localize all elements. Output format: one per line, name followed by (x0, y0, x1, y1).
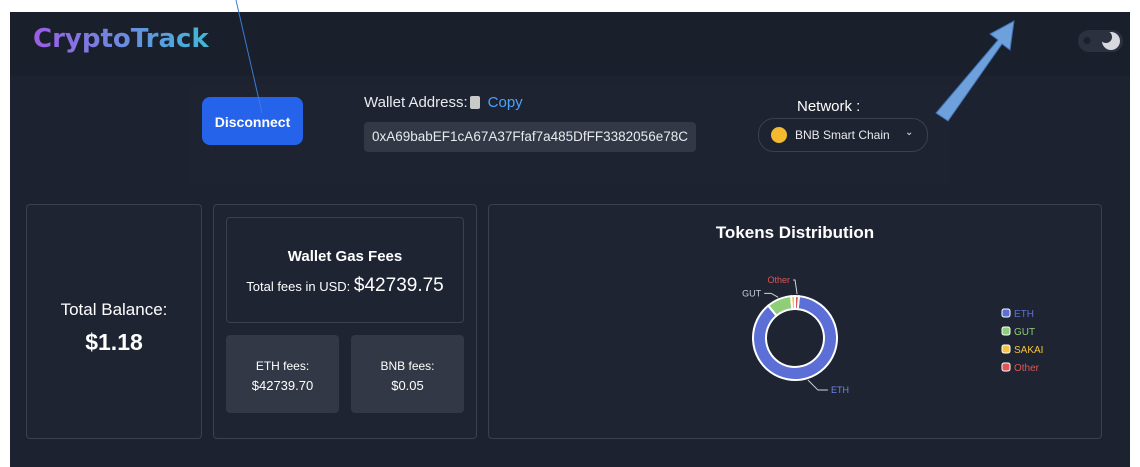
bnb-fees-value: $0.05 (391, 378, 424, 393)
legend-label[interactable]: SAKAI (1014, 345, 1043, 356)
slice-other[interactable] (794, 294, 801, 311)
slice-label: GUT (742, 288, 762, 298)
legend-swatch[interactable] (1001, 344, 1011, 354)
legend-swatch[interactable] (1001, 326, 1011, 336)
legend-label[interactable]: Other (1014, 363, 1040, 374)
top-bar: CryptoTrack ✹ (10, 12, 1130, 76)
legend-swatch[interactable] (1001, 308, 1011, 318)
clipped-overlay-strip (932, 0, 1140, 12)
bnb-icon (771, 127, 787, 143)
legend-swatch[interactable] (1001, 362, 1011, 372)
network-selected-value: BNB Smart Chain (795, 128, 890, 142)
app-logo[interactable]: CryptoTrack (33, 24, 209, 54)
legend-label[interactable]: GUT (1014, 327, 1035, 338)
eth-fees-value: $42739.70 (251, 378, 314, 393)
network-label: Network : (797, 98, 861, 115)
distribution-chart: ETH GUT Other ETH GUT SAKAI Other (742, 275, 1043, 395)
slice-label: ETH (831, 385, 849, 395)
sun-icon: ✹ (1082, 34, 1093, 48)
clipboard-icon[interactable] (469, 96, 480, 109)
network-select[interactable]: BNB Smart Chain ⌄ (758, 118, 928, 152)
disconnect-button[interactable]: Disconnect (202, 97, 303, 145)
wallet-address-label: Wallet Address: Copy (364, 94, 523, 111)
copy-link[interactable]: Copy (488, 94, 523, 111)
legend-label[interactable]: ETH (1014, 309, 1034, 320)
bnb-fees-label: BNB fees: (380, 359, 435, 373)
bnb-fees-box: BNB fees: $0.05 (351, 335, 464, 413)
gas-fees-title: Wallet Gas Fees (287, 248, 403, 265)
slice-label: Other (768, 275, 791, 285)
gas-summary-box: Wallet Gas Fees Total fees in USD: $4273… (226, 217, 464, 323)
balance-value: $1.18 (85, 329, 143, 355)
slice-leader-line (764, 292, 779, 298)
balance-card: Total Balance: $1.18 (26, 204, 202, 439)
chevron-down-icon: ⌄ (905, 127, 914, 138)
slice-leader-line (807, 379, 828, 391)
moon-icon (1100, 31, 1120, 50)
gas-total-value: $42739.75 (353, 275, 444, 296)
wallet-address-field[interactable]: 0xA69babEF1cA67A37Ffaf7a485DfFF3382056e7… (364, 122, 696, 152)
app-window: CryptoTrack ✹ Disconnect Wallet Address:… (10, 12, 1130, 467)
wallet-address-label-text: Wallet Address: (364, 94, 468, 111)
distribution-card: Tokens Distribution ETH GUT Other ETH GUT SAK… (488, 204, 1102, 439)
slice-leader-line (793, 279, 798, 295)
eth-fees-label: ETH fees: (255, 359, 310, 373)
gas-total: Total fees in USD: $42739.75 (227, 275, 463, 297)
eth-fees-box: ETH fees: $42739.70 (226, 335, 339, 413)
balance-label: Total Balance: (60, 300, 168, 319)
theme-toggle[interactable]: ✹ (1078, 30, 1123, 52)
gas-total-label: Total fees in USD: (246, 279, 351, 294)
